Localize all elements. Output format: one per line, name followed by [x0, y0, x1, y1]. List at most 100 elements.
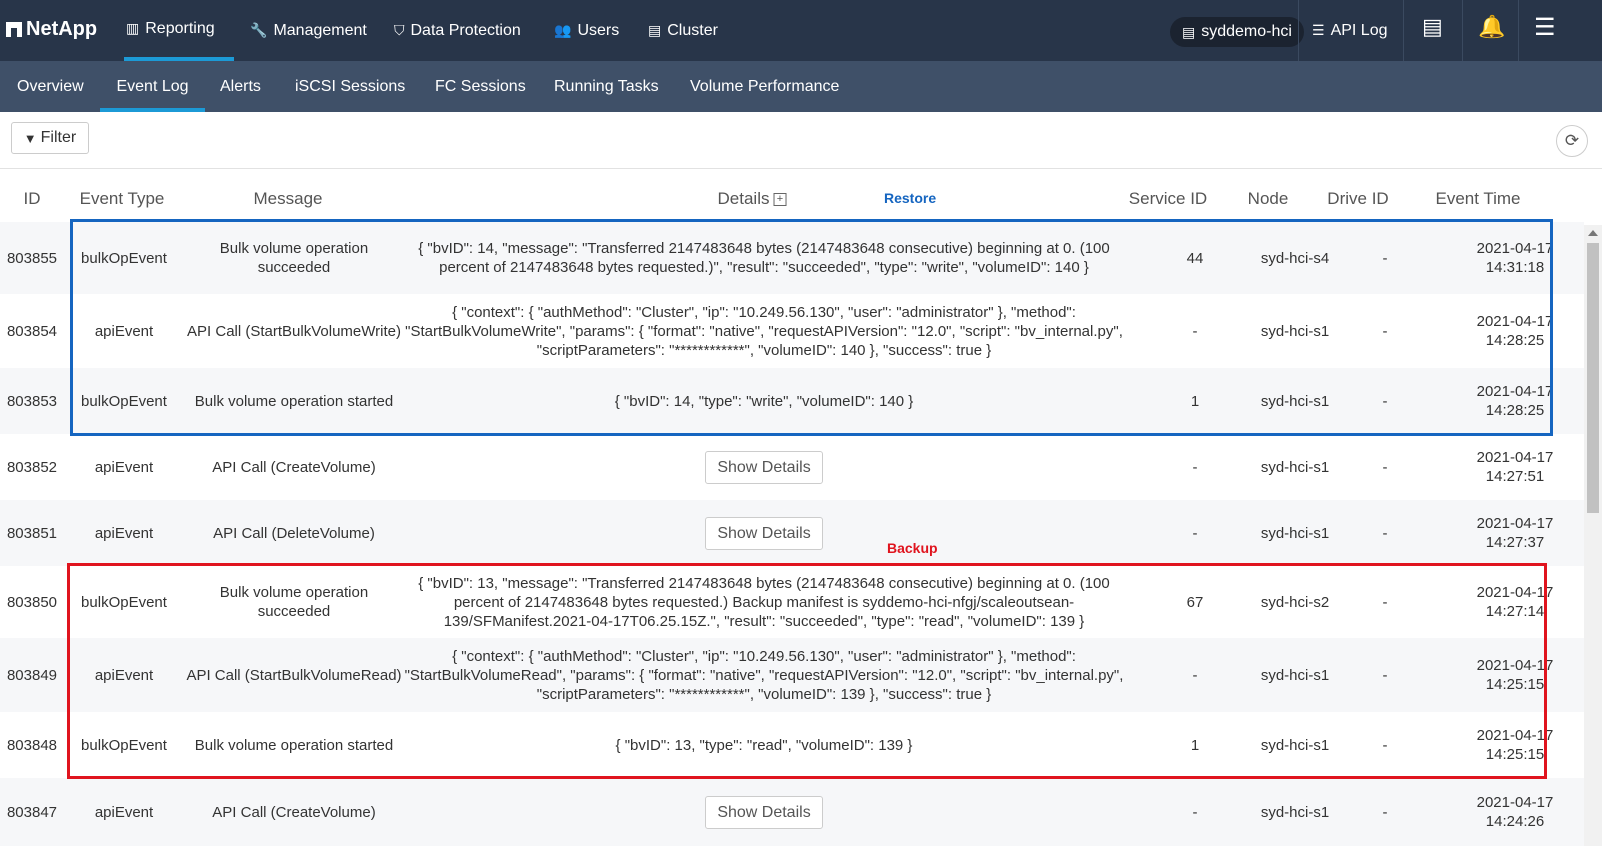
table-toolbar: ▼ Filter ⟳ [0, 112, 1602, 169]
row-details: { "context": { "authMethod": "Cluster", … [404, 647, 1124, 703]
col-event-time[interactable]: Event Time [1435, 189, 1520, 209]
refresh-button[interactable]: ⟳ [1556, 125, 1588, 157]
table-header: ID Event Type Message Details + Service I… [0, 169, 1602, 226]
row-id: 803849 [6, 666, 58, 684]
nav-management-label: Management [273, 21, 367, 39]
nav-reporting-label: Reporting [145, 19, 215, 37]
table-row: 803848 bulkOpEvent Bulk volume operation… [0, 712, 1584, 778]
scroll-up-icon[interactable] [1588, 230, 1598, 236]
api-log-label: API Log [1330, 21, 1388, 39]
col-details-label: Details [717, 189, 770, 208]
row-message: Bulk volume operation succeeded [219, 240, 369, 276]
hamburger-menu-icon[interactable]: ☰ [1534, 13, 1556, 42]
node-status-icon[interactable]: ▤ [1422, 14, 1443, 40]
show-details-button[interactable]: Show Details [705, 516, 823, 550]
row-details: { "context": { "authMethod": "Cluster", … [405, 303, 1123, 359]
netapp-logo-icon [6, 22, 22, 37]
tab-fc-sessions[interactable]: FC Sessions [435, 61, 526, 112]
row-message: Bulk volume operation started [194, 392, 394, 410]
show-details-button[interactable]: Show Details [705, 450, 823, 484]
restore-annotation: Restore [884, 190, 937, 206]
row-event-time: 2021-04-17 14:28:25 [1460, 368, 1570, 434]
tab-iscsi-sessions[interactable]: iSCSI Sessions [295, 61, 405, 112]
nav-divider [1462, 0, 1463, 61]
row-message: API Call (CreateVolume) [212, 803, 376, 821]
row-event-type: apiEvent [94, 803, 154, 821]
event-clock: 14:25:15 [1485, 746, 1545, 763]
row-id: 803848 [6, 736, 58, 754]
table-row: 803849 apiEvent API Call (StartBulkVolum… [0, 638, 1584, 712]
api-log-button[interactable]: ☰ API Log [1312, 0, 1388, 61]
filter-button[interactable]: ▼ Filter [11, 122, 89, 154]
row-event-time: 2021-04-17 14:25:15 [1460, 638, 1570, 712]
funnel-icon: ▼ [23, 130, 37, 146]
table-row: 803850 bulkOpEvent Bulk volume operation… [0, 566, 1584, 638]
tab-running-tasks[interactable]: Running Tasks [554, 61, 659, 112]
row-id: 803847 [6, 803, 58, 821]
row-event-time: 2021-04-17 14:28:25 [1460, 294, 1570, 368]
row-event-type: apiEvent [94, 322, 154, 340]
tab-alerts[interactable]: Alerts [220, 61, 261, 112]
nav-management[interactable]: 🔧 Management [250, 0, 367, 61]
col-event-type[interactable]: Event Type [80, 189, 165, 209]
col-drive-id[interactable]: Drive ID [1327, 189, 1388, 209]
col-service-id[interactable]: Service ID [1129, 189, 1207, 209]
row-drive-id: - [1382, 458, 1388, 476]
bell-icon[interactable]: 🔔 [1478, 14, 1505, 40]
row-event-type: apiEvent [94, 666, 154, 684]
col-node[interactable]: Node [1248, 189, 1289, 209]
row-details: { "bvID": 13, "type": "read", "volumeID"… [615, 736, 913, 754]
nav-divider [1518, 0, 1519, 61]
row-details: { "bvID": 14, "message": "Transferred 21… [418, 240, 1110, 276]
col-message[interactable]: Message [254, 189, 323, 209]
row-drive-id: - [1382, 803, 1388, 821]
bar-chart-icon: ▥ [126, 20, 140, 36]
row-id: 803850 [6, 593, 58, 611]
col-details[interactable]: Details + [718, 189, 787, 209]
tab-event-log[interactable]: Event Log [100, 61, 205, 112]
event-date: 2021-04-17 [1476, 449, 1554, 466]
row-details: Show Details [404, 434, 1124, 500]
row-message: API Call (DeleteVolume) [213, 524, 375, 542]
nav-reporting[interactable]: ▥ Reporting [124, 0, 234, 61]
netapp-logo[interactable]: NetApp [6, 18, 97, 41]
event-date: 2021-04-17 [1476, 727, 1554, 744]
row-event-time: 2021-04-17 14:27:51 [1460, 434, 1570, 500]
nav-users[interactable]: 👥 Users [554, 0, 619, 61]
row-drive-id: - [1382, 392, 1388, 410]
cluster-selector[interactable]: ▤ syddemo-hci [1170, 17, 1304, 47]
table-row: 803853 bulkOpEvent Bulk volume operation… [0, 368, 1584, 434]
row-event-type: apiEvent [94, 524, 154, 542]
expand-icon[interactable]: + [773, 193, 787, 207]
row-id: 803852 [6, 458, 58, 476]
nav-divider [1298, 0, 1299, 61]
row-event-type: bulkOpEvent [81, 736, 167, 754]
nav-divider [1403, 0, 1404, 61]
event-date: 2021-04-17 [1476, 794, 1554, 811]
row-message: Bulk volume operation started [194, 736, 394, 754]
server-icon: ▤ [1182, 23, 1196, 40]
wrench-icon: 🔧 [250, 22, 268, 38]
row-event-time: 2021-04-17 14:27:14 [1460, 566, 1570, 638]
table-row: 803854 apiEvent API Call (StartBulkVolum… [0, 294, 1584, 368]
row-id: 803853 [6, 392, 58, 410]
col-id[interactable]: ID [24, 189, 41, 209]
show-details-button[interactable]: Show Details [705, 795, 823, 829]
row-message: API Call (StartBulkVolumeRead) [186, 666, 402, 684]
row-message: API Call (StartBulkVolumeWrite) [187, 322, 401, 340]
list-icon: ☰ [1312, 22, 1325, 38]
scrollbar-thumb[interactable] [1587, 243, 1599, 513]
row-drive-id: - [1382, 524, 1388, 542]
brand-name: NetApp [26, 18, 98, 40]
row-event-type: apiEvent [94, 458, 154, 476]
nav-data-protection[interactable]: ⛉ Data Protection [394, 0, 521, 61]
tab-overview[interactable]: Overview [17, 61, 84, 112]
event-clock: 14:27:37 [1485, 534, 1545, 551]
row-event-type: bulkOpEvent [81, 249, 167, 267]
vertical-scrollbar[interactable] [1584, 225, 1602, 846]
tab-volume-performance[interactable]: Volume Performance [690, 61, 839, 112]
event-clock: 14:24:26 [1485, 813, 1545, 830]
nav-cluster[interactable]: ▤ Cluster [648, 0, 718, 61]
row-id: 803855 [6, 249, 58, 267]
row-id: 803854 [6, 322, 58, 340]
